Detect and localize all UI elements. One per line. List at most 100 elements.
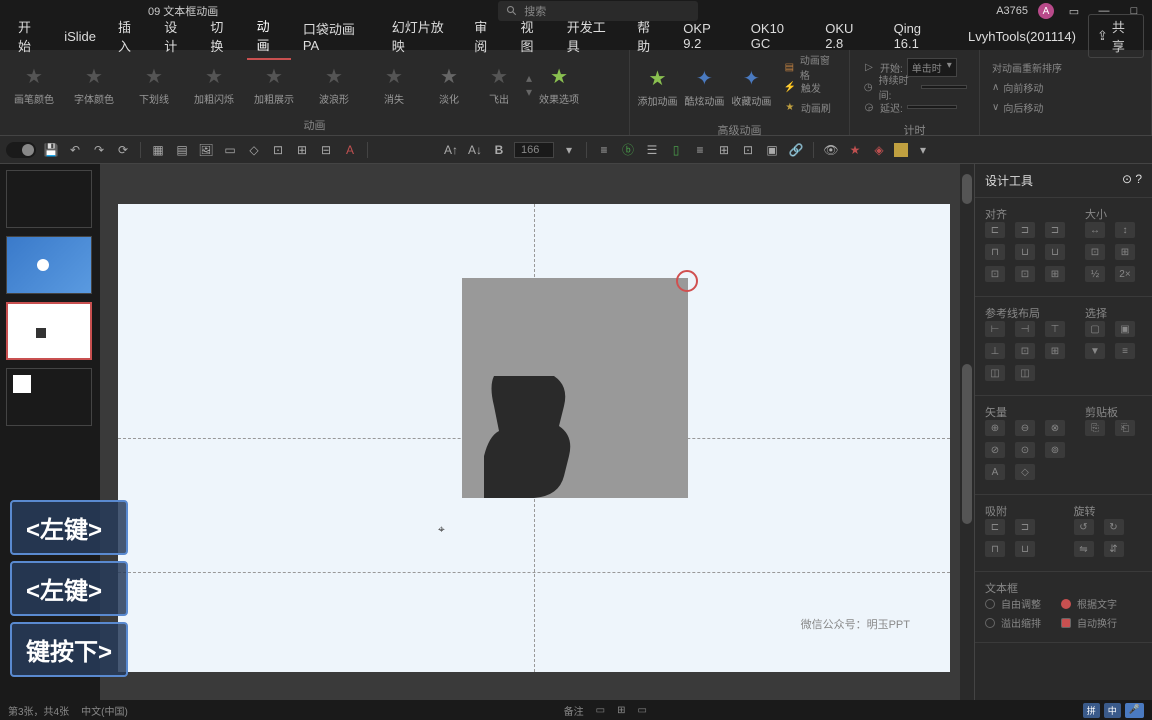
panel-settings-icon[interactable]: ⊙ ? [1122,172,1142,189]
check-auto-wrap[interactable]: 自动换行 [1061,615,1117,630]
vec-6[interactable]: ⊚ [1045,442,1065,458]
save-icon[interactable]: 💾 [42,141,60,159]
mic-icon[interactable]: 🎤 [1125,703,1144,718]
circle-b-icon[interactable]: ⓑ [619,141,637,159]
increase-font-icon[interactable]: A↑ [442,141,460,159]
sel-2[interactable]: ▣ [1115,321,1135,337]
guide-3[interactable]: ⊤ [1045,321,1065,337]
rot-1[interactable]: ↺ [1074,519,1094,535]
size-h[interactable]: ↕ [1115,222,1135,238]
slide-thumb-1[interactable] [6,170,92,228]
guide-6[interactable]: ⊞ [1045,343,1065,359]
radio-overflow[interactable]: 溢出缩排 [985,615,1041,630]
anim-disappear[interactable]: ★消失 [366,54,422,115]
add-animation[interactable]: ★添加动画 [636,54,679,120]
animation-pane-button[interactable]: ▤动画窗格 [783,58,837,76]
slide-thumb-2[interactable] [6,236,92,294]
view-normal-icon[interactable]: ▭ [596,705,605,716]
menu-lvyh[interactable]: LvyhTools(201114) [958,25,1086,48]
ungroup-icon[interactable]: ⊟ [317,141,335,159]
bring-front-icon[interactable]: ▣ [763,141,781,159]
lang-badge[interactable]: 中 [1104,703,1121,718]
size-half[interactable]: ½ [1085,266,1105,282]
guide-2[interactable]: ⊣ [1015,321,1035,337]
cool-animation[interactable]: ✦酷炫动画 [683,54,726,120]
slide-canvas[interactable]: 微信公众号：明玉PPT ⌖ [100,164,974,720]
crop-icon[interactable]: ⊡ [269,141,287,159]
arrange-icon[interactable]: ⊡ [739,141,757,159]
slide-thumb-4[interactable] [6,368,92,426]
vec-5[interactable]: ⊙ [1015,442,1035,458]
guide-7[interactable]: ◫ [985,365,1005,381]
animated-shape[interactable] [484,376,574,498]
align-icon[interactable]: ▯ [667,141,685,159]
image-icon[interactable]: 🖼 [197,141,215,159]
view-sorter-icon[interactable]: ⊞ [617,705,625,716]
trigger-button[interactable]: ⚡触发 [783,78,837,96]
group-icon[interactable]: ⊞ [293,141,311,159]
decrease-font-icon[interactable]: A↓ [466,141,484,159]
guide-1[interactable]: ⊢ [985,321,1005,337]
radio-fit-text[interactable]: 根据文字 [1061,596,1117,611]
more-icon[interactable]: ▾ [914,141,932,159]
radio-free-adjust[interactable]: 自由调整 [985,596,1041,611]
slide-thumb-3[interactable] [6,302,92,360]
collect-animation[interactable]: ✦收藏动画 [730,54,773,120]
size-fit[interactable]: ⊞ [1115,244,1135,260]
rot-2[interactable]: ↻ [1104,519,1124,535]
vertical-scrollbar[interactable] [960,164,974,720]
dist-h[interactable]: ⊡ [985,266,1005,282]
dist-v[interactable]: ⊡ [1015,266,1035,282]
bookmark-icon[interactable]: ◈ [870,141,888,159]
anim-brush-color[interactable]: ★画笔颜色 [6,54,62,115]
vec-7[interactable]: A [985,464,1005,480]
shape-icon[interactable]: ◇ [245,141,263,159]
distribute-icon[interactable]: ⊞ [715,141,733,159]
user-avatar[interactable]: A [1038,3,1054,19]
move-earlier-button[interactable]: ∧向前移动 [992,78,1139,96]
align-top[interactable]: ⊓ [985,244,1005,260]
align-middle[interactable]: ⊔ [1015,244,1035,260]
align-left-icon[interactable]: ≡ [691,141,709,159]
guide-4[interactable]: ⊥ [985,343,1005,359]
sel-4[interactable]: ≡ [1115,343,1135,359]
snap-1[interactable]: ⊏ [985,519,1005,535]
duration-input[interactable] [921,85,967,89]
fill-icon[interactable] [894,143,908,157]
view-reading-icon[interactable]: ▭ [637,705,646,716]
undo-icon[interactable]: ↶ [66,141,84,159]
menu-islide[interactable]: iSlide [54,25,106,48]
anim-underline[interactable]: ★下划线 [126,54,182,115]
snap-3[interactable]: ⊓ [985,541,1005,557]
vec-8[interactable]: ◇ [1015,464,1035,480]
anim-flyout[interactable]: ★飞出 [476,54,522,115]
align-center[interactable]: ⊞ [1045,266,1065,282]
align-right[interactable]: ⊐ [1045,222,1065,238]
ribbon-display-icon[interactable]: ▭ [1064,4,1084,18]
vec-1[interactable]: ⊕ [985,420,1005,436]
line-spacing-icon[interactable]: ≡ [595,141,613,159]
vec-4[interactable]: ⊘ [985,442,1005,458]
align-left[interactable]: ⊏ [985,222,1005,238]
eye-icon[interactable]: 👁 [822,141,840,159]
anim-fade[interactable]: ★淡化 [426,54,472,115]
ime-badge[interactable]: 拼 [1083,703,1100,718]
delay-input[interactable] [907,105,957,109]
slide-content[interactable]: 微信公众号：明玉PPT [118,204,950,672]
sel-1[interactable]: ▢ [1085,321,1105,337]
anim-bold-show[interactable]: ★加粗展示 [246,54,302,115]
effect-options[interactable]: ★效果选项 [536,54,582,115]
align-center-h[interactable]: ⊐ [1015,222,1035,238]
star-icon[interactable]: ★ [846,141,864,159]
refresh-icon[interactable]: ⟳ [114,141,132,159]
paste-icon[interactable]: ▤ [173,141,191,159]
align-bottom[interactable]: ⊔ [1045,244,1065,260]
clip-copy[interactable]: ⎘ [1085,420,1105,436]
move-later-button[interactable]: ∨向后移动 [992,98,1139,116]
language-indicator[interactable]: 中文(中国) [81,703,128,718]
vec-2[interactable]: ⊖ [1015,420,1035,436]
sel-3[interactable]: ▼ [1085,343,1105,359]
animation-painter-button[interactable]: ★动画刷 [783,98,837,116]
redo-icon[interactable]: ↷ [90,141,108,159]
link-icon[interactable]: 🔗 [787,141,805,159]
